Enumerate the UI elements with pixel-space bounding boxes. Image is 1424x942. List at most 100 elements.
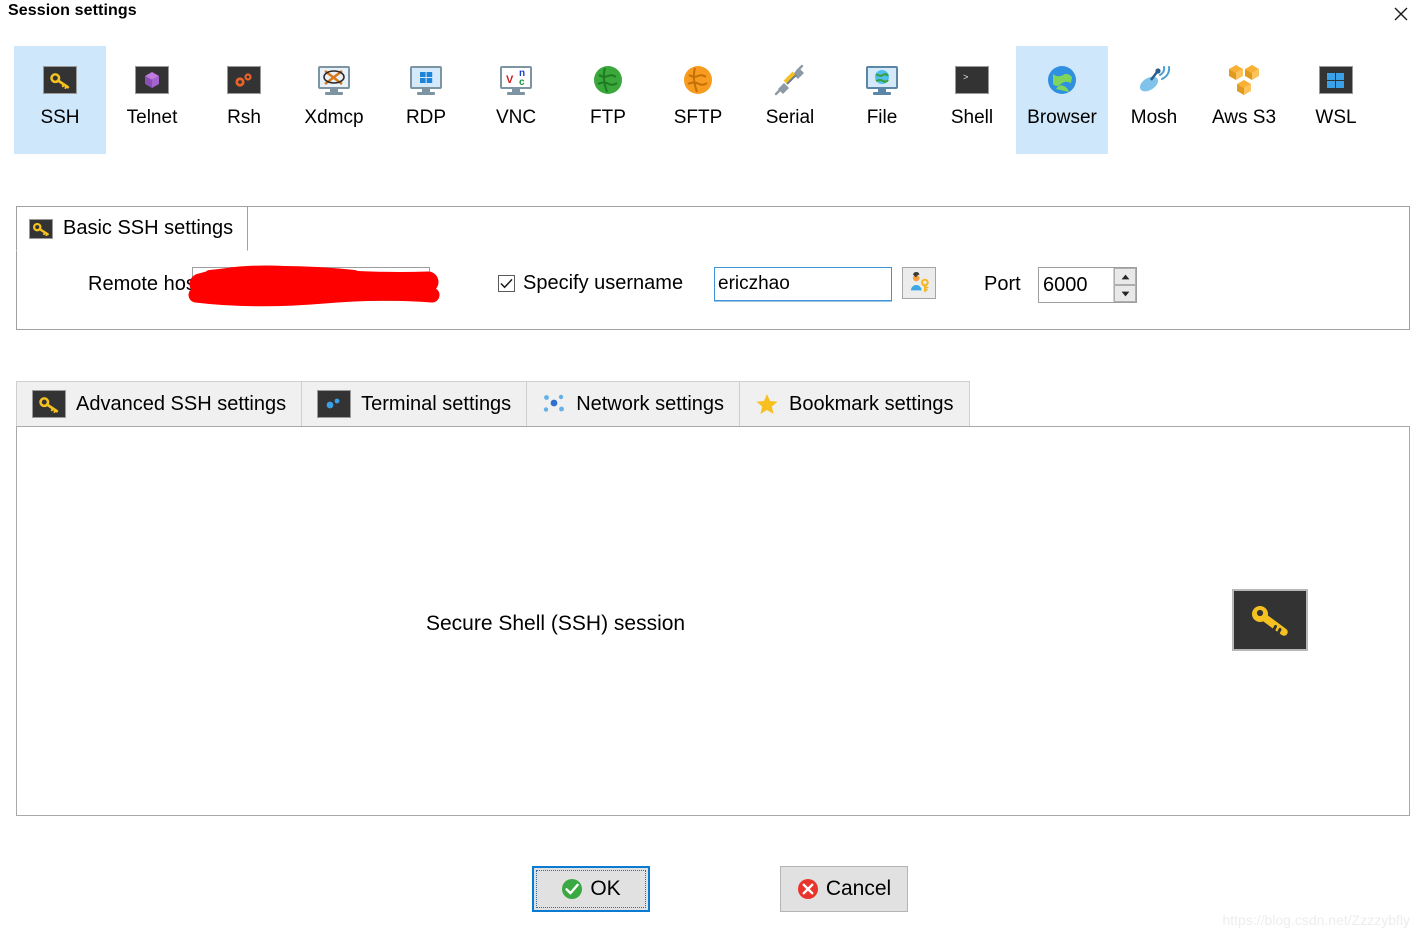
session-type-telnet[interactable]: Telnet — [106, 46, 198, 154]
rdp-windows-icon — [408, 62, 444, 98]
session-type-label: Shell — [950, 107, 994, 128]
file-monitor-icon — [864, 62, 900, 98]
ftp-globe-icon — [594, 66, 622, 94]
username-picker-button[interactable] — [902, 267, 936, 299]
basic-fields-row: Remote host * Specify username Port — [16, 250, 1410, 330]
mosh-satellite-icon — [1139, 66, 1171, 92]
sftp-globe-icon — [680, 62, 716, 98]
session-type-serial[interactable]: Serial — [744, 46, 836, 154]
specify-username-label: Specify username — [523, 272, 684, 294]
session-content-panel — [16, 426, 1410, 816]
close-icon — [1394, 7, 1408, 21]
session-type-aws-s3[interactable]: Aws S3 — [1198, 46, 1290, 154]
session-type-shell[interactable]: > Shell — [926, 46, 1018, 154]
session-type-ssh[interactable]: SSH — [14, 46, 106, 154]
username-input[interactable] — [714, 267, 892, 301]
port-label: Port — [984, 273, 1021, 295]
session-type-file[interactable]: File — [836, 46, 928, 154]
session-type-rdp[interactable]: RDP — [380, 46, 472, 154]
session-description: Secure Shell (SSH) session — [426, 612, 686, 635]
session-type-label: VNC — [495, 107, 537, 128]
aws-s3-cubes-icon — [1229, 65, 1259, 95]
tab-advanced-ssh-settings[interactable]: Advanced SSH settings — [16, 381, 302, 427]
network-icon — [543, 394, 565, 412]
session-type-label: WSL — [1315, 107, 1357, 128]
session-type-label: Browser — [1027, 107, 1097, 128]
watermark: https://blog.csdn.net/Zzzzybfly — [1222, 912, 1410, 928]
browser-globe-icon — [1048, 66, 1076, 94]
basic-ssh-settings-tab-label: Basic SSH settings — [63, 217, 234, 239]
file-monitor-icon — [866, 66, 898, 95]
cancel-button-label: Cancel — [825, 877, 892, 900]
session-type-label: SFTP — [673, 107, 723, 128]
mosh-satellite-icon — [1136, 62, 1172, 98]
basic-ssh-settings-tab[interactable]: Basic SSH settings — [16, 206, 249, 251]
telnet-cube-icon — [135, 66, 169, 94]
key-icon — [29, 218, 53, 239]
session-type-xdmcp[interactable]: Xdmcp — [288, 46, 380, 154]
terminal-icon — [317, 390, 352, 418]
xdmcp-monitor-icon — [316, 62, 352, 98]
port-increment-button[interactable] — [1114, 268, 1136, 285]
session-type-rsh[interactable]: Rsh — [198, 46, 290, 154]
browser-globe-icon — [1044, 62, 1080, 98]
session-type-mosh[interactable]: Mosh — [1108, 46, 1200, 154]
svg-text:c: c — [519, 77, 525, 88]
shell-prompt-icon: > — [955, 66, 989, 94]
key-icon — [1252, 606, 1288, 636]
ssh-key-icon — [42, 62, 78, 98]
xdmcp-monitor-icon — [318, 66, 350, 95]
tab-label: Bookmark settings — [789, 392, 954, 415]
session-type-label: Mosh — [1130, 107, 1178, 128]
remote-host-input[interactable] — [192, 267, 430, 301]
key-icon — [32, 390, 66, 418]
telnet-cube-icon — [134, 62, 170, 98]
window-title: Session settings — [8, 2, 137, 19]
wsl-windows-icon — [1318, 62, 1354, 98]
session-type-label: RDP — [405, 107, 447, 128]
terminal-icon — [317, 390, 352, 418]
ok-button[interactable]: OK — [532, 866, 650, 912]
star-icon — [755, 392, 779, 416]
serial-plug-icon — [772, 62, 808, 98]
session-type-ftp[interactable]: FTP — [562, 46, 654, 154]
rsh-gears-icon — [226, 62, 262, 98]
session-type-badge — [1232, 589, 1308, 651]
session-type-label: Xdmcp — [304, 107, 364, 128]
ok-button-label: OK — [590, 877, 621, 900]
vnc-monitor-icon: Vnc — [498, 62, 534, 98]
tab-label: Advanced SSH settings — [76, 392, 287, 415]
chevron-down-icon — [1121, 291, 1129, 296]
ftp-globe-icon — [590, 62, 626, 98]
session-type-label: File — [866, 107, 898, 128]
close-button[interactable] — [1386, 2, 1416, 26]
aws-s3-cubes-icon — [1226, 62, 1262, 98]
port-spinner[interactable] — [1038, 267, 1137, 303]
port-decrement-button[interactable] — [1114, 285, 1136, 302]
session-type-label: Rsh — [227, 107, 261, 128]
tab-label: Terminal settings — [361, 392, 512, 415]
vnc-monitor-icon: Vnc — [500, 66, 532, 95]
chevron-up-icon — [1121, 274, 1129, 279]
ssh-key-icon — [43, 66, 77, 94]
session-type-label: Aws S3 — [1211, 107, 1277, 128]
check-icon — [500, 278, 513, 289]
session-type-sftp[interactable]: SFTP — [652, 46, 744, 154]
session-type-toolbar: SSH Telnet Rsh Xdmcp RDP Vn c VNC FTP SFTP Serial F… — [0, 46, 1424, 154]
specify-username-checkbox[interactable]: Specify username — [498, 272, 683, 295]
session-type-vnc[interactable]: Vn c VNC — [470, 46, 562, 154]
tab-bookmark-settings[interactable]: Bookmark settings — [739, 381, 970, 427]
key-icon — [32, 390, 66, 418]
settings-tabstrip: Advanced SSH settings Terminal settings Ne… — [16, 381, 970, 427]
tab-network-settings[interactable]: Network settings — [526, 381, 740, 427]
tab-label: Network settings — [576, 392, 725, 415]
cancel-button[interactable]: Cancel — [780, 866, 908, 912]
session-type-wsl[interactable]: WSL — [1290, 46, 1382, 154]
x-circle-icon — [797, 879, 818, 899]
port-input[interactable] — [1039, 268, 1113, 302]
checkbox-box — [498, 275, 515, 292]
shell-prompt-icon: > — [954, 62, 990, 98]
tab-terminal-settings[interactable]: Terminal settings — [301, 381, 527, 427]
star-icon — [756, 394, 778, 414]
session-type-browser[interactable]: Browser — [1016, 46, 1108, 154]
